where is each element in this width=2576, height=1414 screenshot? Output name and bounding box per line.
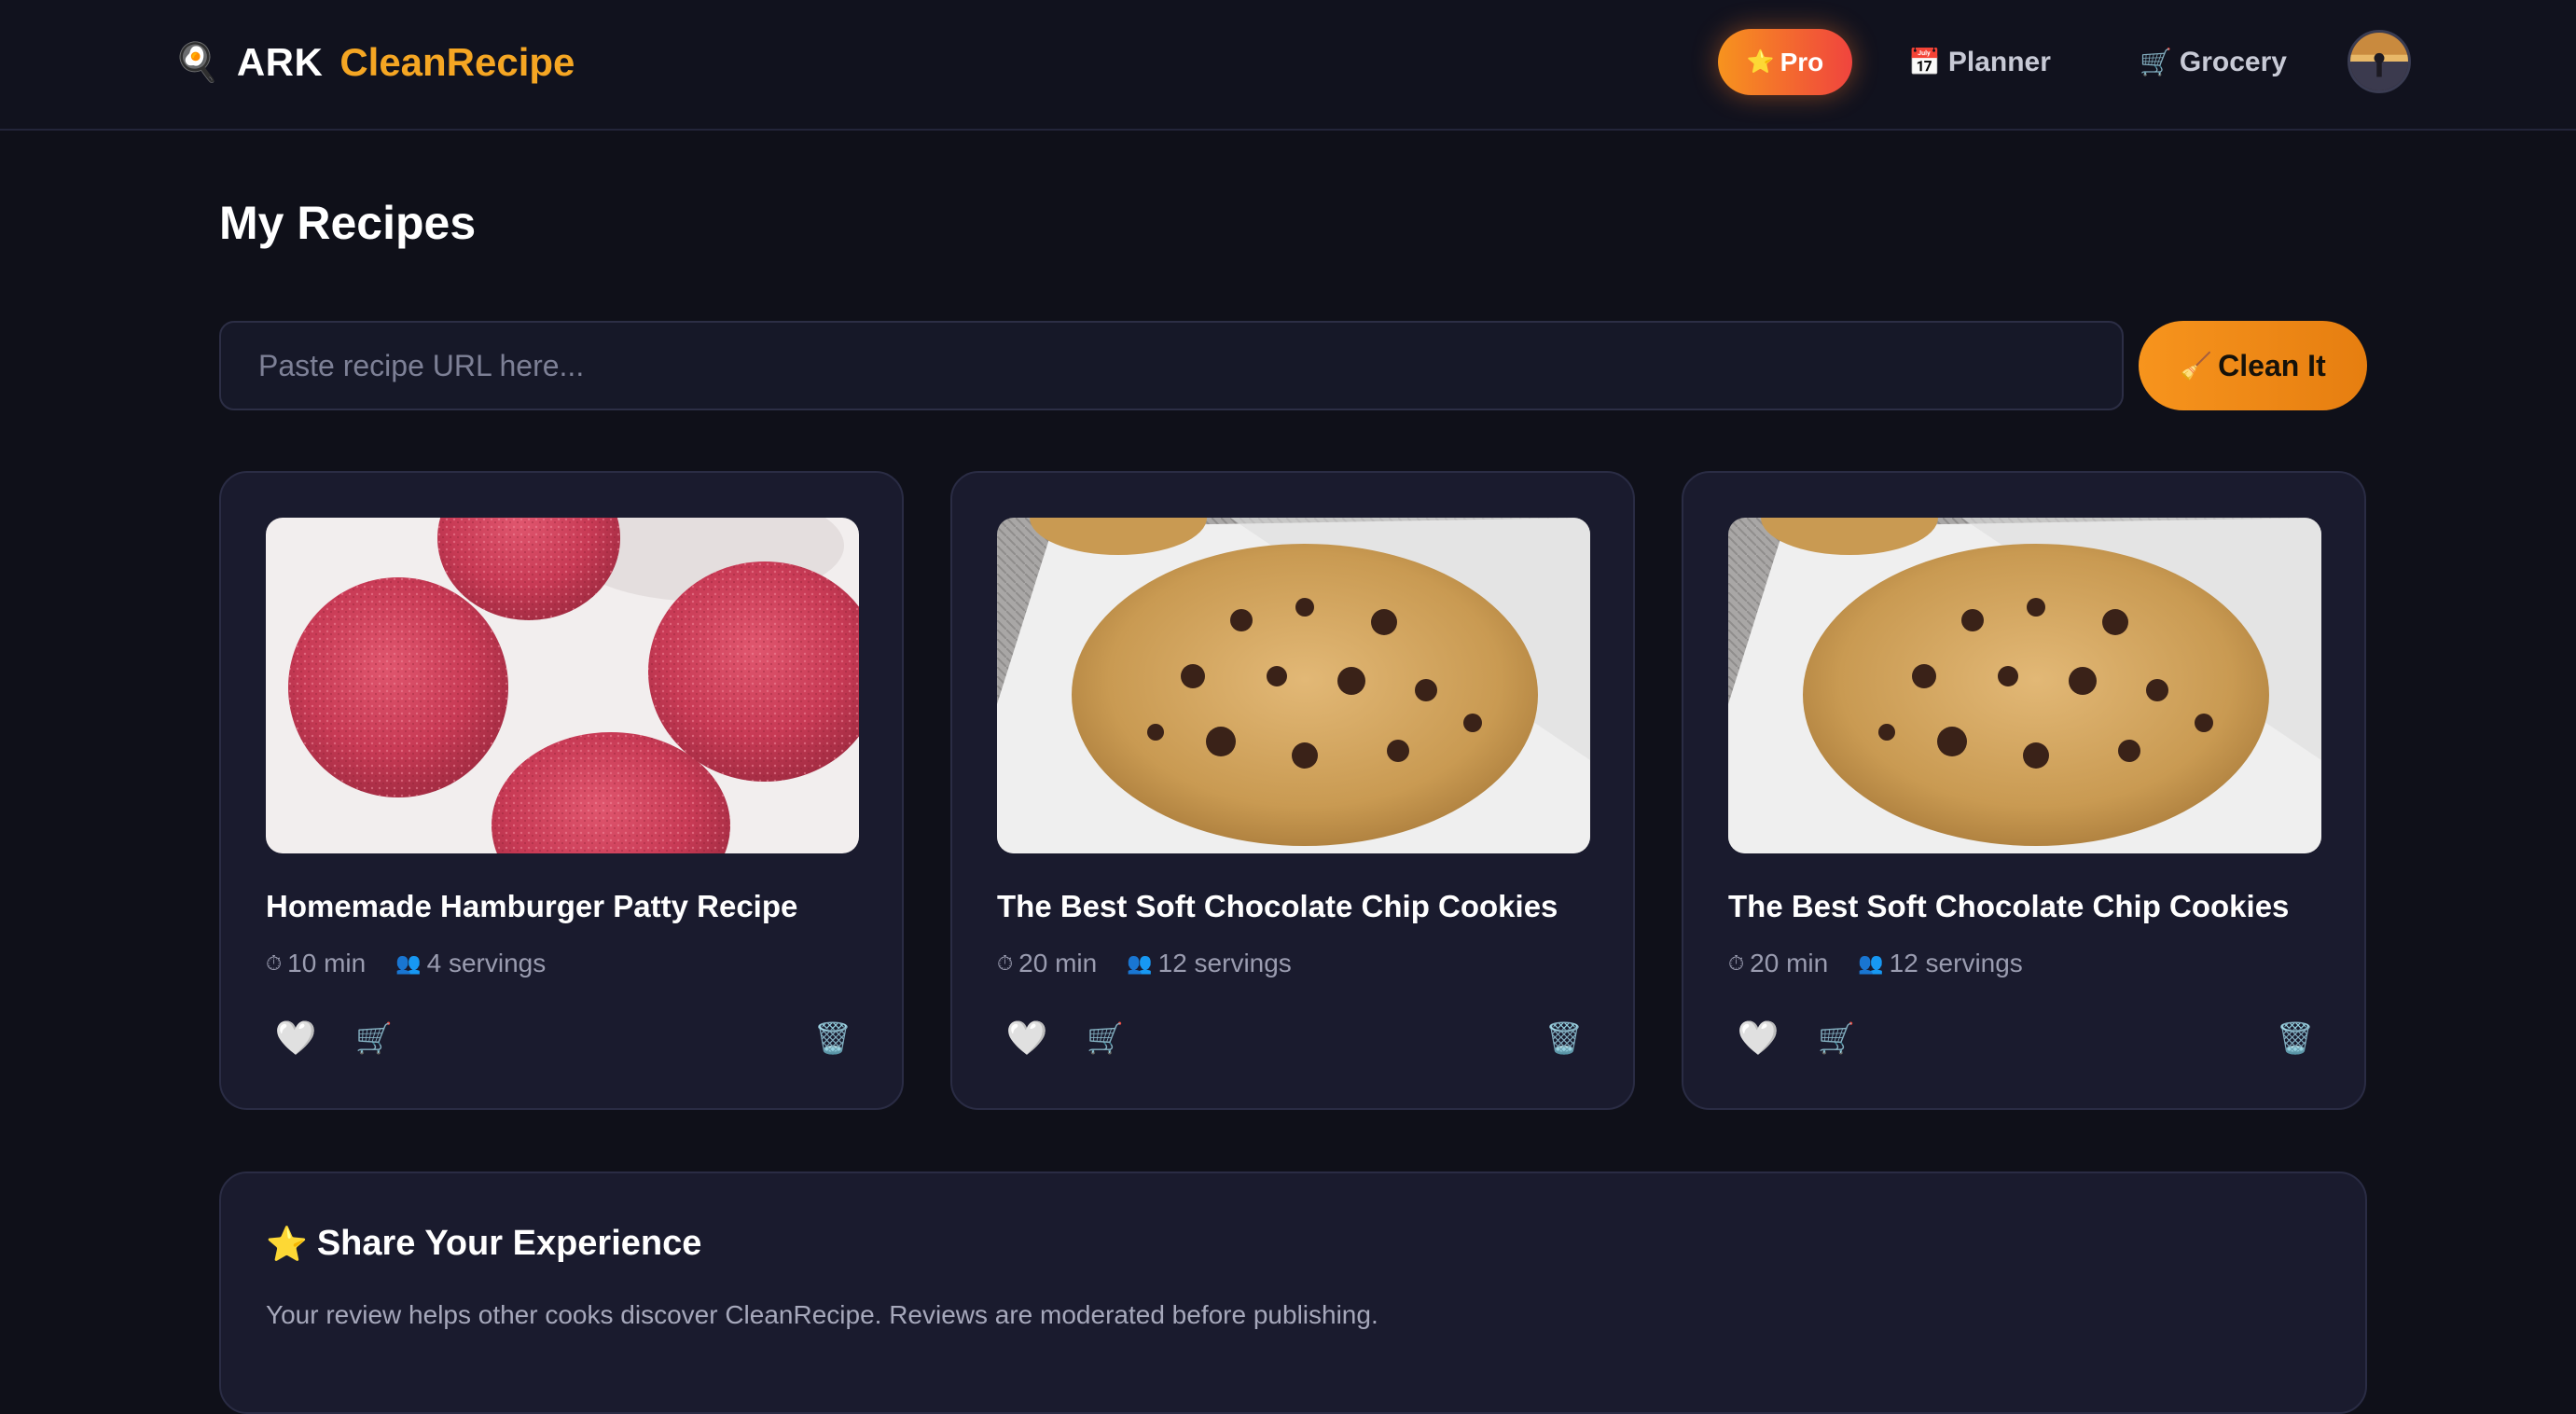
review-section: ⭐ Share Your Experience Your review help…: [219, 1171, 2367, 1414]
pro-button-label: Pro: [1780, 47, 1824, 76]
recipe-card[interactable]: The Best Soft Chocolate Chip Cookies ⏱ 2…: [950, 471, 1635, 1110]
avatar-image: [2350, 33, 2408, 90]
timer-icon: ⏱: [997, 951, 1014, 975]
nav-grocery-label: Grocery: [2179, 46, 2287, 77]
people-icon: 👥: [1858, 951, 1884, 975]
pro-button[interactable]: ⭐ Pro: [1718, 29, 1852, 95]
recipe-url-input[interactable]: [219, 321, 2124, 410]
cart-icon: 🛒: [1818, 1021, 1855, 1055]
nav-planner-label: Planner: [1947, 46, 2051, 77]
heart-icon: 🤍: [274, 1019, 317, 1057]
recipe-meta: ⏱ 10 min 👥 4 servings: [266, 947, 546, 980]
add-to-grocery-button[interactable]: 🛒: [1807, 1008, 1866, 1068]
trash-icon: 🗑️: [814, 1021, 852, 1055]
delete-recipe-button[interactable]: 🗑️: [2265, 1008, 2325, 1068]
recipe-card[interactable]: The Best Soft Chocolate Chip Cookies ⏱ 2…: [1682, 471, 2366, 1110]
recipe-title[interactable]: The Best Soft Chocolate Chip Cookies: [997, 889, 1594, 924]
trash-icon: 🗑️: [2277, 1021, 2314, 1055]
user-avatar[interactable]: [2347, 30, 2411, 93]
recipe-image-chocolate-chip-cookie[interactable]: [997, 518, 1590, 853]
star-icon: ⭐: [266, 1224, 308, 1263]
recipe-title[interactable]: Homemade Hamburger Patty Recipe: [266, 889, 863, 924]
magnifier-egg-icon: 🍳: [173, 42, 220, 83]
review-title-text: Share Your Experience: [316, 1224, 702, 1263]
recipe-servings: 12 servings: [1889, 949, 2023, 977]
brand-logo[interactable]: 🍳 ARK CleanRecipe: [173, 34, 575, 91]
recipe-title[interactable]: The Best Soft Chocolate Chip Cookies: [1728, 889, 2325, 924]
recipe-time: 20 min: [1018, 949, 1098, 977]
cart-icon: 🛒: [2140, 48, 2172, 76]
brand-prefix: ARK: [236, 40, 324, 84]
clean-it-label: Clean It: [2218, 348, 2326, 382]
review-description: Your review helps other cooks discover C…: [266, 1300, 1378, 1329]
star-icon: ⭐: [1746, 49, 1775, 75]
recipe-meta: ⏱ 20 min 👥 12 servings: [997, 947, 1292, 980]
broom-icon: 🧹: [2180, 351, 2213, 381]
review-title: ⭐ Share Your Experience: [266, 1224, 701, 1264]
favorite-button[interactable]: 🤍: [997, 1008, 1057, 1068]
page-title: My Recipes: [219, 197, 477, 249]
nav-planner[interactable]: 📅 Planner: [1908, 29, 2051, 95]
heart-icon: 🤍: [1005, 1019, 1048, 1057]
calendar-icon: 📅: [1908, 48, 1941, 76]
timer-icon: ⏱: [266, 951, 283, 975]
heart-icon: 🤍: [1737, 1019, 1780, 1057]
delete-recipe-button[interactable]: 🗑️: [803, 1008, 863, 1068]
cart-icon: 🛒: [1087, 1021, 1124, 1055]
top-navigation-bar: 🍳 ARK CleanRecipe ⭐ Pro 📅 Planner 🛒 Groc…: [0, 0, 2576, 131]
recipe-servings: 4 servings: [426, 949, 547, 977]
recipe-image-chocolate-chip-cookie[interactable]: [1728, 518, 2321, 853]
people-icon: 👥: [395, 951, 422, 975]
cart-icon: 🛒: [355, 1021, 393, 1055]
recipe-image-hamburger-patties[interactable]: [266, 518, 859, 853]
add-to-grocery-button[interactable]: 🛒: [344, 1008, 404, 1068]
delete-recipe-button[interactable]: 🗑️: [1534, 1008, 1594, 1068]
brand-name: CleanRecipe: [339, 40, 575, 84]
people-icon: 👥: [1127, 951, 1153, 975]
nav-grocery[interactable]: 🛒 Grocery: [2140, 29, 2287, 95]
favorite-button[interactable]: 🤍: [266, 1008, 325, 1068]
recipe-meta: ⏱ 20 min 👥 12 servings: [1728, 947, 2023, 980]
timer-icon: ⏱: [1728, 951, 1745, 975]
recipe-time: 20 min: [1750, 949, 1829, 977]
recipe-card[interactable]: Homemade Hamburger Patty Recipe ⏱ 10 min…: [219, 471, 904, 1110]
favorite-button[interactable]: 🤍: [1728, 1008, 1788, 1068]
add-to-grocery-button[interactable]: 🛒: [1075, 1008, 1135, 1068]
trash-icon: 🗑️: [1545, 1021, 1583, 1055]
recipe-time: 10 min: [287, 949, 367, 977]
clean-it-button[interactable]: 🧹 Clean It: [2139, 321, 2367, 410]
recipe-servings: 12 servings: [1157, 949, 1292, 977]
